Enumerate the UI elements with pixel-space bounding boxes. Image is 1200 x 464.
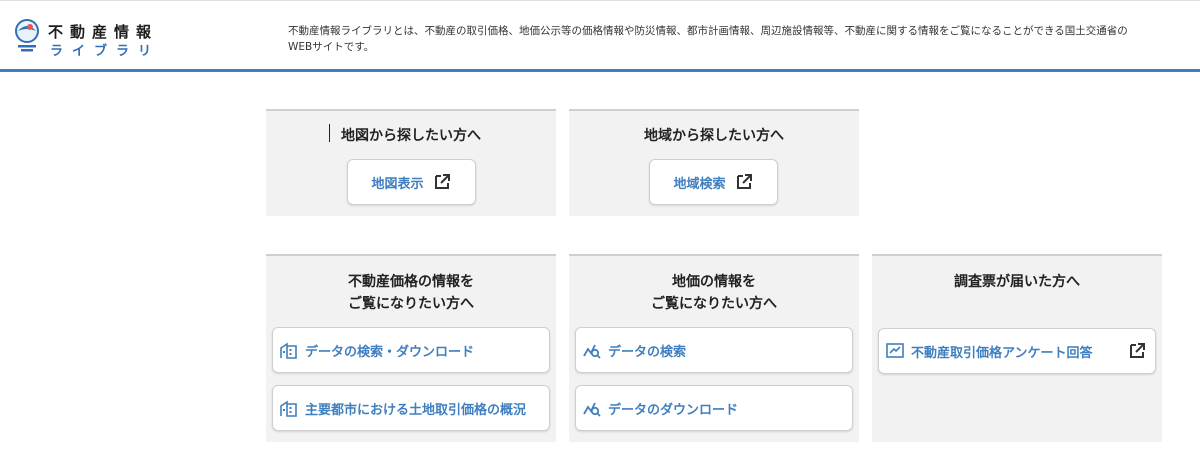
map-view-button-label: 地図表示 — [371, 176, 424, 192]
survey-answer-button[interactable]: 不動産取引価格アンケート回答 — [878, 328, 1156, 374]
price-card-title-line2: ご覧になりたい方へ — [348, 296, 474, 312]
price-item-label: データの検索・ダウンロード — [305, 344, 475, 360]
chart-search-icon — [582, 398, 602, 418]
land-card-title-line2: ご覧になりたい方へ — [651, 296, 777, 312]
area-search-card: 地域から探したい方へ 地域検索 — [569, 109, 859, 216]
external-link-icon — [432, 172, 452, 192]
map-search-card: 地図から探したい方へ 地図表示 — [266, 109, 556, 216]
area-card-title: 地域から探したい方へ — [644, 128, 784, 144]
land-data-download-button[interactable]: データのダウンロード — [575, 385, 853, 431]
survey-card-title: 調査票が届いた方へ — [954, 274, 1080, 290]
chart-search-icon — [582, 340, 602, 360]
land-item-label: データのダウンロード — [608, 402, 739, 418]
site-description: 不動産情報ライブラリとは、不動産の取引価格、地価公示等の価格情報や防災情報、都市… — [288, 25, 1128, 53]
survey-button-label: 不動産取引価格アンケート回答 — [911, 345, 1093, 361]
survey-form-icon — [885, 341, 905, 361]
price-overview-button[interactable]: 主要都市における土地取引価格の概況 — [272, 385, 550, 431]
area-search-button-label: 地域検索 — [673, 176, 726, 192]
building-icon — [279, 398, 299, 418]
building-icon — [279, 340, 299, 360]
price-card-title-line1: 不動産価格の情報を — [348, 274, 474, 290]
land-card-title-line1: 地価の情報を — [672, 274, 756, 290]
price-item-label: 主要都市における土地取引価格の概況 — [305, 402, 527, 418]
external-link-icon — [1127, 341, 1147, 361]
logo-subtitle: ライブラリ — [50, 44, 161, 59]
logo-title: 不動産情報 — [48, 23, 159, 41]
land-data-search-button[interactable]: データの検索 — [575, 327, 853, 373]
map-view-button[interactable]: 地図表示 — [347, 159, 476, 205]
real-estate-price-card: 不動産価格の情報を ご覧になりたい方へ データの検索・ダウンロード 主要都市にお… — [266, 254, 556, 442]
site-header: 不動産情報 ライブラリ 不動産情報ライブラリとは、不動産の取引価格、地価公示等の… — [0, 0, 1200, 72]
survey-card: 調査票が届いた方へ 不動産取引価格アンケート回答 — [872, 254, 1162, 442]
land-price-card: 地価の情報を ご覧になりたい方へ データの検索 データのダウンロード — [569, 254, 859, 442]
text-cursor — [329, 124, 330, 142]
map-card-title: 地図から探したい方へ — [341, 128, 481, 144]
header-divider — [0, 69, 1200, 72]
price-data-search-download-button[interactable]: データの検索・ダウンロード — [272, 327, 550, 373]
logo-mark-icon — [15, 19, 39, 52]
area-search-button[interactable]: 地域検索 — [649, 159, 778, 205]
land-item-label: データの検索 — [608, 344, 687, 360]
external-link-icon — [734, 172, 754, 192]
site-logo[interactable]: 不動産情報 ライブラリ — [12, 19, 182, 59]
